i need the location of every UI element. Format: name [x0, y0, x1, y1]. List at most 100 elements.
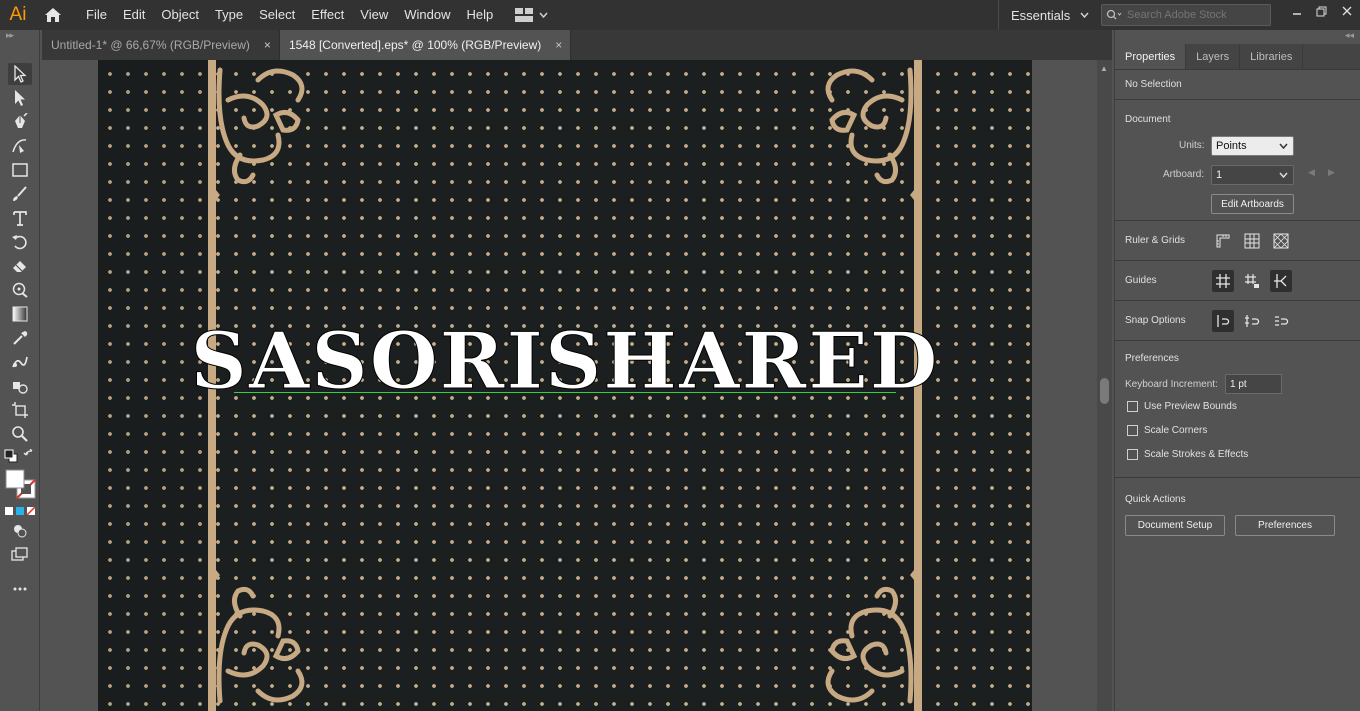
transparency-grid-icon[interactable] [1270, 230, 1292, 252]
tab-libraries[interactable]: Libraries [1240, 44, 1304, 69]
tab-properties[interactable]: Properties [1115, 44, 1187, 69]
eyedropper-tool-icon[interactable] [8, 327, 32, 349]
chevron-down-icon [1279, 143, 1288, 149]
scroll-thumb[interactable] [1100, 378, 1109, 404]
rotate-tool-icon[interactable] [8, 231, 32, 253]
zoom-tool-icon[interactable] [8, 423, 32, 445]
checkbox-label: Scale Strokes & Effects [1144, 449, 1249, 460]
use-preview-bounds-checkbox[interactable] [1127, 401, 1138, 412]
panel-collapse-icon[interactable]: ▸▸ [0, 30, 39, 40]
units-value: Points [1216, 140, 1247, 152]
menu-edit[interactable]: Edit [115, 0, 153, 30]
snap-to-point-icon[interactable] [1212, 310, 1234, 332]
checkbox-label: Scale Corners [1144, 425, 1208, 436]
gradient-tool-icon[interactable] [8, 303, 32, 325]
curvature-tool-icon[interactable] [8, 135, 32, 157]
workspace-label: Essentials [1011, 7, 1071, 23]
artboard-tool-icon[interactable] [8, 399, 32, 421]
minimize-icon [1292, 13, 1301, 15]
panel-tabs: Properties Layers Libraries [1115, 44, 1360, 70]
fill-stroke-swatches[interactable] [3, 468, 39, 502]
snap-to-glyph-icon[interactable] [1270, 310, 1292, 332]
scale-strokes-effects-checkbox[interactable] [1127, 449, 1138, 460]
close-button[interactable] [1334, 0, 1359, 22]
grid-icon[interactable] [1241, 230, 1263, 252]
rectangle-tool-icon[interactable] [8, 159, 32, 181]
close-icon[interactable]: × [264, 38, 271, 52]
preferences-button[interactable]: Preferences [1235, 515, 1335, 536]
snap-options-section: Snap Options [1115, 301, 1360, 341]
symbol-sprayer-tool-icon[interactable] [8, 375, 32, 397]
type-tool-icon[interactable] [8, 207, 32, 229]
tools-panel: ▸▸ [0, 30, 40, 711]
snap-to-pixel-icon[interactable] [1241, 310, 1263, 332]
restore-icon [1316, 6, 1327, 16]
vertical-scrollbar[interactable]: ▲ [1097, 60, 1112, 711]
menu-window[interactable]: Window [396, 0, 458, 30]
swap-fill-stroke-icon[interactable] [22, 448, 38, 464]
canvas-area[interactable]: SASORISHARED [42, 60, 1097, 711]
chevron-down-icon [1279, 172, 1288, 178]
scale-corners-checkbox[interactable] [1127, 425, 1138, 436]
ruler-grids-title: Ruler & Grids [1125, 235, 1186, 246]
scroll-up-icon[interactable]: ▲ [1100, 64, 1108, 73]
search-icon [1106, 9, 1122, 20]
eraser-tool-icon[interactable] [8, 255, 32, 277]
menu-effect[interactable]: Effect [303, 0, 352, 30]
adobe-stock-search[interactable] [1101, 4, 1271, 26]
scale-strokes-effects-row[interactable]: Scale Strokes & Effects [1127, 449, 1248, 460]
edit-artboards-button[interactable]: Edit Artboards [1211, 194, 1294, 214]
drawing-modes-icon[interactable] [8, 520, 32, 542]
tab-layers[interactable]: Layers [1186, 44, 1241, 69]
blend-tool-icon[interactable] [8, 351, 32, 373]
lock-guides-icon[interactable] [1241, 270, 1263, 292]
headline-text[interactable]: SASORISHARED [98, 321, 1032, 402]
screen-mode-icon[interactable] [8, 544, 32, 566]
workspace-dropdown[interactable]: Essentials [998, 0, 1089, 30]
use-preview-bounds-row[interactable]: Use Preview Bounds [1127, 401, 1237, 412]
units-dropdown[interactable]: Points [1211, 136, 1294, 156]
menu-help[interactable]: Help [458, 0, 501, 30]
show-guides-icon[interactable] [1212, 270, 1234, 292]
pen-tool-icon[interactable] [8, 111, 32, 133]
menu-type[interactable]: Type [207, 0, 251, 30]
document-setup-button[interactable]: Document Setup [1125, 515, 1225, 536]
tab-1548-converted[interactable]: 1548 [Converted].eps* @ 100% (RGB/Previe… [279, 30, 572, 60]
scale-corners-row[interactable]: Scale Corners [1127, 425, 1207, 436]
chevron-down-icon [539, 12, 548, 18]
paintbrush-tool-icon[interactable] [8, 183, 32, 205]
previous-artboard-icon[interactable]: ◀ [1308, 167, 1315, 178]
home-icon[interactable] [36, 0, 70, 30]
panel-collapse-icon[interactable]: ◂◂ [1115, 30, 1360, 44]
default-fill-stroke-icon[interactable] [3, 448, 19, 464]
rulers-icon[interactable] [1212, 230, 1234, 252]
artboard[interactable]: SASORISHARED [98, 60, 1032, 711]
menu-bar: Ai File Edit Object Type Select Effect V… [0, 0, 1360, 30]
menu-select[interactable]: Select [251, 0, 303, 30]
restore-button[interactable] [1309, 0, 1334, 22]
tab-untitled-1[interactable]: Untitled-1* @ 66,67% (RGB/Preview) × [42, 30, 280, 60]
selection-state: No Selection [1125, 79, 1182, 90]
selection-tool-icon[interactable] [8, 63, 32, 85]
puppet-warp-tool-icon[interactable] [8, 279, 32, 301]
minimize-button[interactable] [1284, 0, 1309, 22]
smart-guides-icon[interactable] [1270, 270, 1292, 292]
artboard-dropdown[interactable]: 1 [1211, 165, 1294, 185]
color-mode-icons[interactable] [4, 505, 36, 517]
next-artboard-icon[interactable]: ▶ [1328, 167, 1335, 178]
more-tools-icon[interactable] [8, 578, 32, 600]
menu-object[interactable]: Object [153, 0, 207, 30]
close-icon[interactable]: × [555, 38, 562, 52]
text-baseline-selection [234, 392, 896, 393]
menu-view[interactable]: View [352, 0, 396, 30]
keyboard-increment-label: Keyboard Increment: [1125, 379, 1218, 390]
units-label: Units: [1179, 140, 1205, 151]
direct-selection-tool-icon[interactable] [8, 87, 32, 109]
preferences-title: Preferences [1125, 353, 1179, 364]
keyboard-increment-input[interactable]: 1 pt [1225, 374, 1282, 394]
guides-title: Guides [1125, 275, 1157, 286]
search-input[interactable] [1127, 9, 1267, 21]
arrange-documents-button[interactable] [515, 8, 548, 22]
preferences-section: Preferences Keyboard Increment: 1 pt Use… [1115, 341, 1360, 478]
menu-file[interactable]: File [78, 0, 115, 30]
